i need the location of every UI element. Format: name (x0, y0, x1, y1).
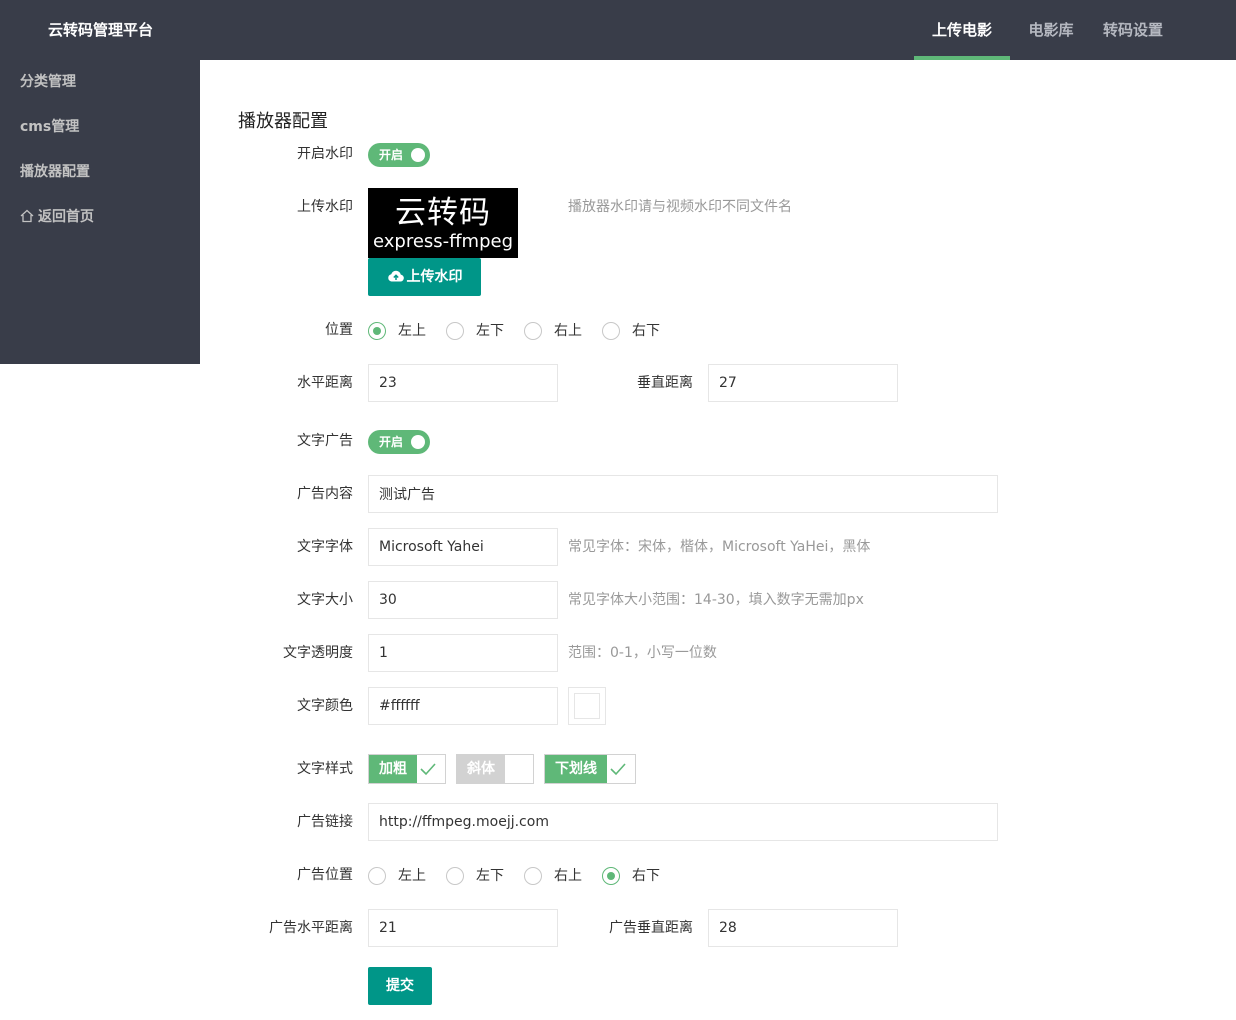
radio-label: 左下 (476, 323, 504, 339)
color-label: 文字颜色 (297, 698, 353, 714)
radio-label: 左上 (398, 868, 426, 884)
horizontal-distance-input[interactable] (368, 364, 558, 402)
font-size-label: 文字大小 (297, 592, 353, 608)
radio-label: 右下 (632, 868, 660, 884)
ad-content-input[interactable] (368, 475, 998, 513)
ad-horizontal-distance-input[interactable] (368, 909, 558, 947)
watermark-switch-state: 开启 (379, 148, 404, 162)
horizontal-distance-label: 水平距离 (297, 375, 353, 391)
font-size-input[interactable] (368, 581, 558, 619)
ad-vertical-distance-input[interactable] (708, 909, 898, 947)
radio-circle (602, 322, 620, 340)
checkbox-label: 加粗 (369, 755, 417, 783)
ad-link-label: 广告链接 (297, 814, 353, 830)
watermark-switch-label: 开启水印 (297, 146, 353, 162)
color-picker[interactable] (568, 687, 606, 725)
radio-circle (368, 867, 386, 885)
upload-watermark-label: 上传水印 (297, 199, 353, 215)
opacity-label: 文字透明度 (283, 645, 353, 661)
text-style-underline-checkbox[interactable]: 下划线 (544, 754, 636, 784)
checkbox-label: 下划线 (545, 755, 607, 783)
page-title: 播放器配置 (238, 111, 328, 132)
upload-watermark-hint: 播放器水印请与视频水印不同文件名 (568, 199, 792, 215)
text-ad-switch[interactable]: 开启 (368, 430, 430, 454)
radio-circle (368, 322, 386, 340)
sidebar-item-home-label: 返回首页 (38, 209, 94, 225)
sidebar-item-player-config[interactable]: 播放器配置 (20, 160, 90, 184)
position-label: 位置 (325, 322, 353, 338)
radio-circle (602, 867, 620, 885)
upload-watermark-button[interactable]: 上传水印 (368, 258, 481, 296)
sidebar-item-category[interactable]: 分类管理 (20, 70, 76, 94)
font-family-hint: 常见字体：宋体，楷体，Microsoft YaHei，黑体 (568, 539, 871, 555)
text-ad-switch-state: 开启 (379, 435, 404, 449)
nav-movie-library[interactable]: 电影库 (1010, 0, 1092, 60)
text-ad-switch-label: 文字广告 (297, 433, 353, 449)
vertical-distance-label: 垂直距离 (637, 375, 693, 391)
watermark-preview-line2: express-ffmpeg (372, 231, 514, 252)
radio-label: 右上 (554, 868, 582, 884)
radio-label: 左上 (398, 323, 426, 339)
ad-position-label: 广告位置 (297, 867, 353, 883)
watermark-preview-line1: 云转码 (395, 195, 491, 231)
submit-button[interactable]: 提交 (368, 967, 432, 1005)
radio-label: 右上 (554, 323, 582, 339)
color-input[interactable] (368, 687, 558, 725)
font-family-input[interactable] (368, 528, 558, 566)
radio-label: 右下 (632, 323, 660, 339)
ad-horizontal-distance-label: 广告水平距离 (269, 920, 353, 936)
watermark-switch[interactable]: 开启 (368, 143, 430, 167)
text-style-bold-checkbox[interactable]: 加粗 (368, 754, 446, 784)
text-style-label: 文字样式 (297, 761, 353, 777)
font-size-hint: 常见字体大小范围：14-30，填入数字无需加px (568, 592, 864, 608)
ad-link-input[interactable] (368, 803, 998, 841)
nav-transcode-settings[interactable]: 转码设置 (1092, 0, 1174, 60)
home-icon (20, 209, 34, 223)
radio-circle (524, 322, 542, 340)
top-nav-bar: 云转码管理平台 上传电影 电影库 转码设置 (0, 0, 1236, 60)
ad-content-label: 广告内容 (297, 486, 353, 502)
app-title: 云转码管理平台 (48, 21, 154, 39)
sidebar-item-home[interactable]: 返回首页 (20, 205, 94, 229)
sidebar-item-cms[interactable]: cms管理 (20, 115, 79, 139)
radio-circle (446, 867, 464, 885)
switch-knob (411, 148, 425, 162)
font-family-label: 文字字体 (297, 539, 353, 555)
opacity-hint: 范围：0-1，小写一位数 (568, 645, 717, 661)
vertical-distance-input[interactable] (708, 364, 898, 402)
ad-vertical-distance-label: 广告垂直距离 (609, 920, 693, 936)
checkbox-label: 斜体 (457, 755, 505, 783)
text-style-italic-checkbox[interactable]: 斜体 (456, 754, 534, 784)
check-icon (420, 763, 436, 776)
watermark-preview-image: 云转码 express-ffmpeg (368, 188, 518, 258)
upload-watermark-button-label: 上传水印 (406, 269, 463, 285)
radio-circle (446, 322, 464, 340)
cloud-upload-icon (387, 270, 404, 282)
radio-label: 左下 (476, 868, 504, 884)
switch-knob (411, 435, 425, 449)
radio-circle (524, 867, 542, 885)
color-swatch (574, 693, 600, 719)
nav-upload-movie[interactable]: 上传电影 (914, 0, 1010, 60)
check-icon (610, 763, 626, 776)
opacity-input[interactable] (368, 634, 558, 672)
